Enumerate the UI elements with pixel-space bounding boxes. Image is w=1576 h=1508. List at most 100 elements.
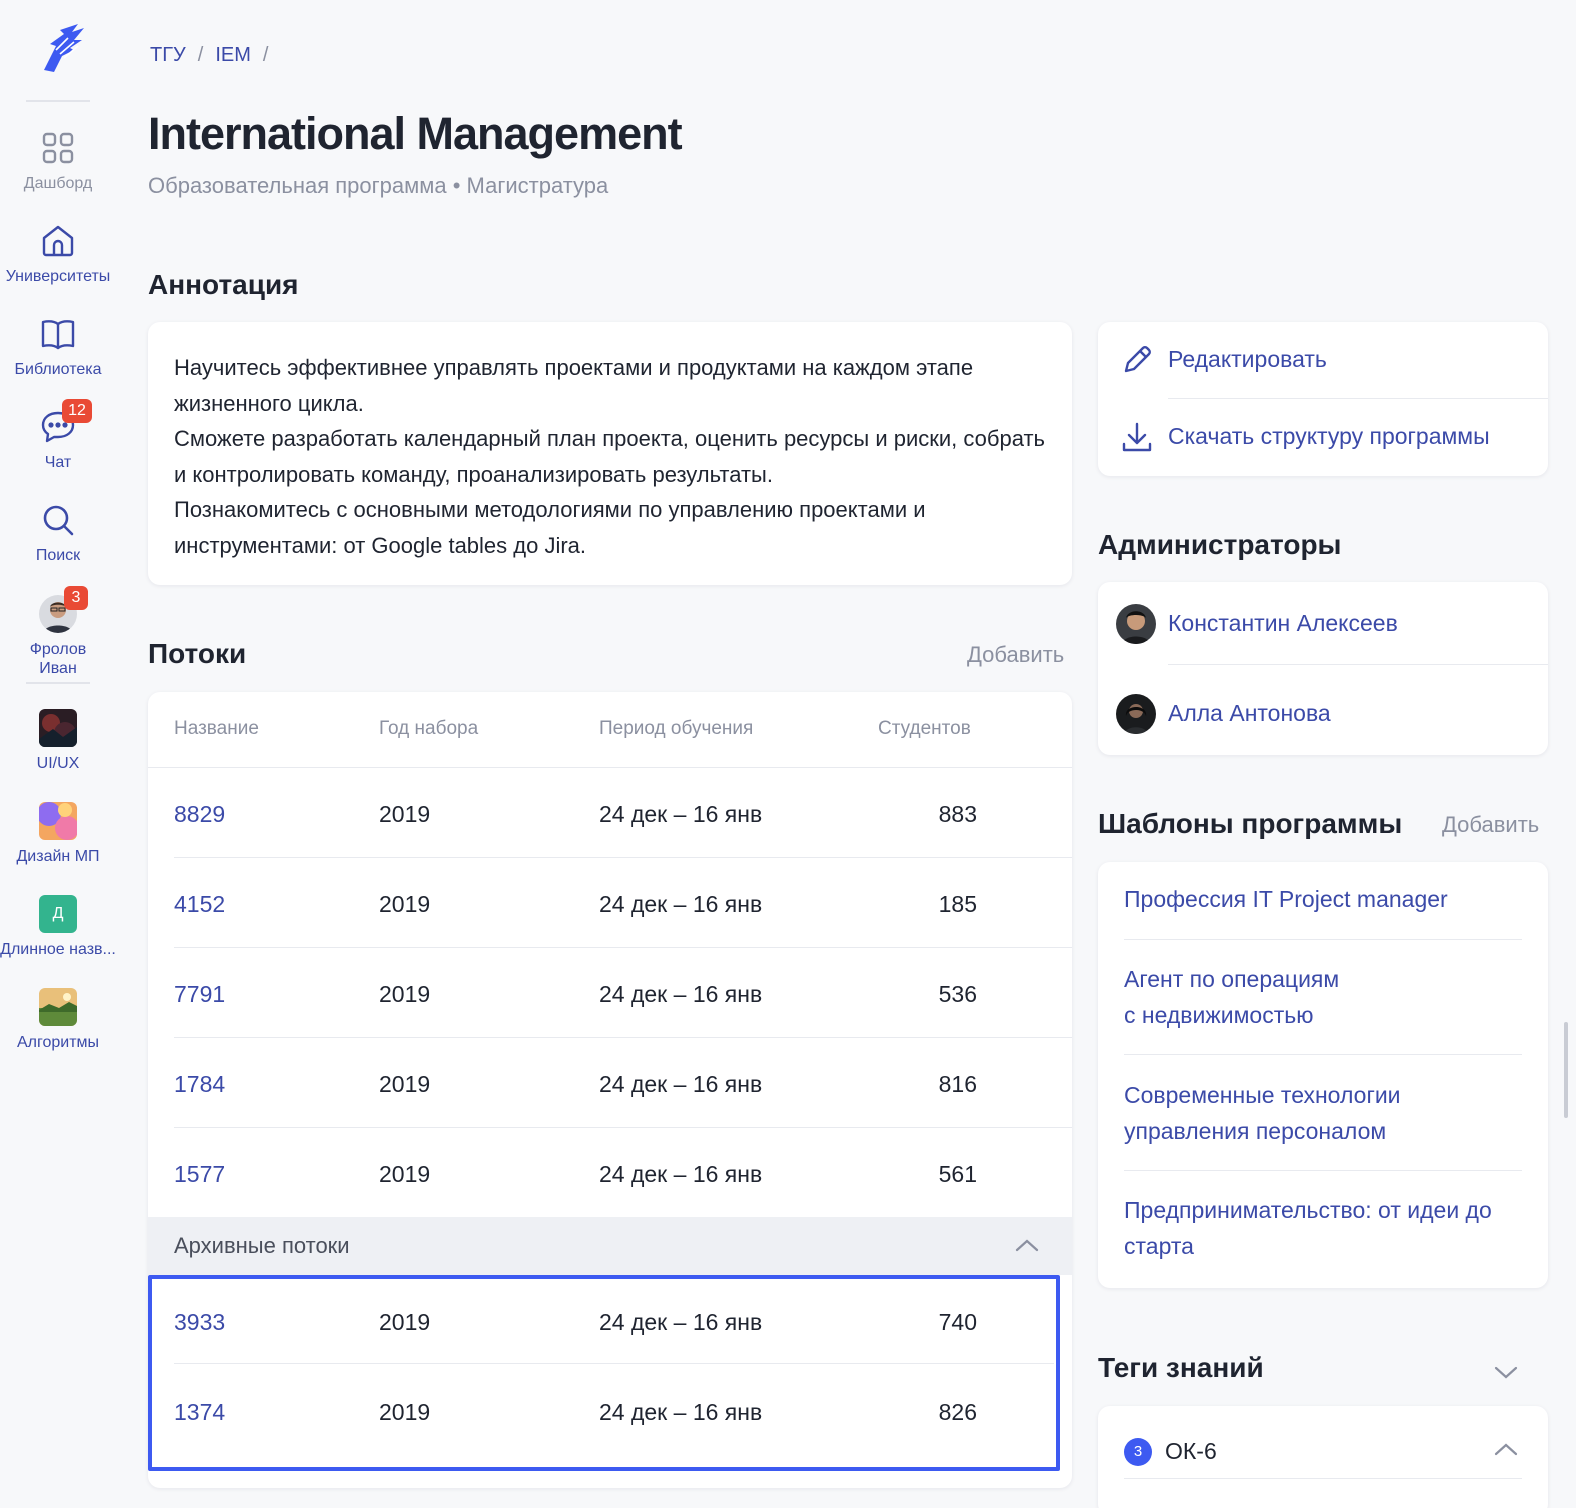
sidebar-item-label: Алгоритмы	[16, 1034, 100, 1051]
breadcrumb-separator: /	[262, 44, 269, 66]
course-thumbnail	[39, 988, 77, 1026]
add-stream-button[interactable]: Добавить	[967, 642, 1064, 668]
chevron-down-icon[interactable]	[1492, 1358, 1520, 1391]
breadcrumb-link-university[interactable]: ТГУ	[150, 44, 186, 66]
annotation-text: Научитесь эффективнее управлять проектам…	[174, 355, 1045, 558]
sidebar-divider	[26, 100, 90, 102]
search-icon	[38, 500, 78, 540]
template-link[interactable]: Современные технологии управления персон…	[1124, 1078, 1524, 1149]
selection-highlight	[148, 1275, 1060, 1471]
sidebar-item-label: Поиск	[35, 547, 81, 564]
stream-year: 2019	[379, 801, 431, 827]
chevron-up-icon[interactable]	[1492, 1436, 1520, 1469]
knowledge-tags-card: 3 ОК-6	[1098, 1406, 1548, 1508]
table-row[interactable]: 8829 2019 24 дек – 16 янв 883	[148, 768, 1072, 858]
table-row[interactable]: 1784 2019 24 дек – 16 янв 816	[148, 1038, 1072, 1128]
download-structure-button[interactable]: Скачать структуру программы	[1098, 399, 1548, 476]
tag-count-badge: 3	[1124, 1438, 1152, 1466]
stream-year: 2019	[379, 1161, 431, 1187]
stream-students: 185	[938, 891, 977, 917]
template-link[interactable]: Агент по операциям с недвижимостью	[1124, 962, 1524, 1033]
sidebar-item-library[interactable]: Библиотека	[0, 314, 116, 379]
admin-item[interactable]: Алла Антонова	[1098, 672, 1548, 758]
stream-students: 561	[938, 1161, 977, 1187]
admins-card: Константин Алексеев Алла Антонова	[1098, 582, 1548, 755]
sidebar-item-profile[interactable]: 3 Фролов Иван	[0, 586, 116, 678]
stream-name-link[interactable]: 1577	[174, 1161, 225, 1188]
sidebar-item-label: Дизайн МП	[16, 848, 100, 865]
admin-name: Константин Алексеев	[1168, 610, 1398, 636]
tag-divider	[1124, 1478, 1522, 1479]
page-scrollbar[interactable]	[1564, 1022, 1568, 1118]
sidebar-item-search[interactable]: Поиск	[0, 500, 116, 565]
edit-label: Редактировать	[1168, 346, 1327, 372]
sidebar-item-course-algorithms[interactable]: Алгоритмы	[0, 987, 116, 1052]
streams-table: Название Год набора Период обучения Студ…	[148, 692, 1072, 1488]
download-icon	[1120, 420, 1154, 454]
knowledge-tags-heading: Теги знаний	[1098, 1352, 1264, 1383]
sidebar-item-label: Длинное назв...	[0, 941, 116, 958]
tag-name: ОК-6	[1165, 1438, 1217, 1464]
column-header-period[interactable]: Период обучения	[599, 718, 753, 740]
download-structure-label: Скачать структуру программы	[1168, 423, 1490, 449]
stream-period: 24 дек – 16 янв	[599, 891, 763, 917]
column-header-year[interactable]: Год набора	[379, 718, 478, 740]
sidebar-item-label: Фролов Иван	[29, 641, 87, 677]
breadcrumb: ТГУ / IEM /	[150, 44, 280, 67]
sidebar-item-course-long[interactable]: Д Длинное назв...	[0, 894, 116, 959]
pencil-icon	[1120, 343, 1154, 377]
archive-streams-label: Архивные потоки	[174, 1233, 350, 1258]
stream-period: 24 дек – 16 янв	[599, 981, 763, 1007]
admin-avatar	[1116, 694, 1156, 734]
stream-students: 883	[938, 801, 977, 827]
table-row[interactable]: 4152 2019 24 дек – 16 янв 185	[148, 858, 1072, 948]
sidebar-item-course-uiux[interactable]: UI/UX	[0, 708, 116, 773]
home-icon	[38, 221, 78, 261]
breadcrumb-link-institute[interactable]: IEM	[215, 44, 251, 66]
stream-students: 816	[938, 1071, 977, 1097]
stream-year: 2019	[379, 1071, 431, 1097]
column-header-name[interactable]: Название	[174, 718, 259, 740]
table-row[interactable]: 1577 2019 24 дек – 16 янв 561	[148, 1128, 1072, 1218]
stream-year: 2019	[379, 891, 431, 917]
breadcrumb-separator: /	[197, 44, 204, 66]
course-thumbnail	[39, 802, 77, 840]
notification-badge: 3	[64, 586, 88, 610]
book-icon	[38, 314, 78, 354]
logo-icon[interactable]	[34, 20, 90, 76]
sidebar-item-label: UI/UX	[36, 755, 80, 772]
admin-item[interactable]: Константин Алексеев	[1098, 582, 1548, 668]
unread-badge: 12	[62, 399, 92, 423]
sidebar-item-dashboard[interactable]: Дашборд	[0, 128, 116, 193]
stream-period: 24 дек – 16 янв	[599, 801, 763, 827]
add-template-button[interactable]: Добавить	[1442, 812, 1539, 838]
sidebar-item-chat[interactable]: 12 Чат	[0, 399, 116, 472]
stream-name-link[interactable]: 4152	[174, 891, 225, 918]
chevron-up-icon	[1014, 1233, 1040, 1264]
stream-students: 536	[938, 981, 977, 1007]
chat-bubble-icon: 12	[38, 399, 92, 447]
column-header-students[interactable]: Студентов	[878, 718, 971, 740]
table-row[interactable]: 7791 2019 24 дек – 16 янв 536	[148, 948, 1072, 1038]
template-divider	[1124, 939, 1522, 940]
stream-period: 24 дек – 16 янв	[599, 1071, 763, 1097]
page-title: International Management	[148, 108, 683, 159]
template-link[interactable]: Профессия IT Project manager	[1124, 882, 1524, 918]
sidebar: Дашборд Университеты Библиотека 12 Чат П…	[0, 0, 116, 1508]
streams-heading: Потоки	[148, 638, 247, 669]
edit-button[interactable]: Редактировать	[1098, 322, 1548, 399]
stream-period: 24 дек – 16 янв	[599, 1161, 763, 1187]
templates-card: Профессия IT Project manager Агент по оп…	[1098, 862, 1548, 1288]
admins-heading: Администраторы	[1098, 529, 1342, 560]
tag-item[interactable]: 3 ОК-6	[1098, 1428, 1548, 1474]
admin-name: Алла Антонова	[1168, 700, 1331, 726]
annotation-heading: Аннотация	[148, 269, 299, 300]
sidebar-item-label: Дашборд	[23, 175, 93, 192]
stream-name-link[interactable]: 1784	[174, 1071, 225, 1098]
sidebar-item-course-design[interactable]: Дизайн МП	[0, 801, 116, 866]
template-link[interactable]: Предпринимательство: от идеи до старта	[1124, 1193, 1514, 1264]
sidebar-item-universities[interactable]: Университеты	[0, 221, 116, 286]
stream-name-link[interactable]: 7791	[174, 981, 225, 1008]
stream-name-link[interactable]: 8829	[174, 801, 225, 828]
archive-streams-toggle[interactable]: Архивные потоки	[148, 1217, 1072, 1275]
